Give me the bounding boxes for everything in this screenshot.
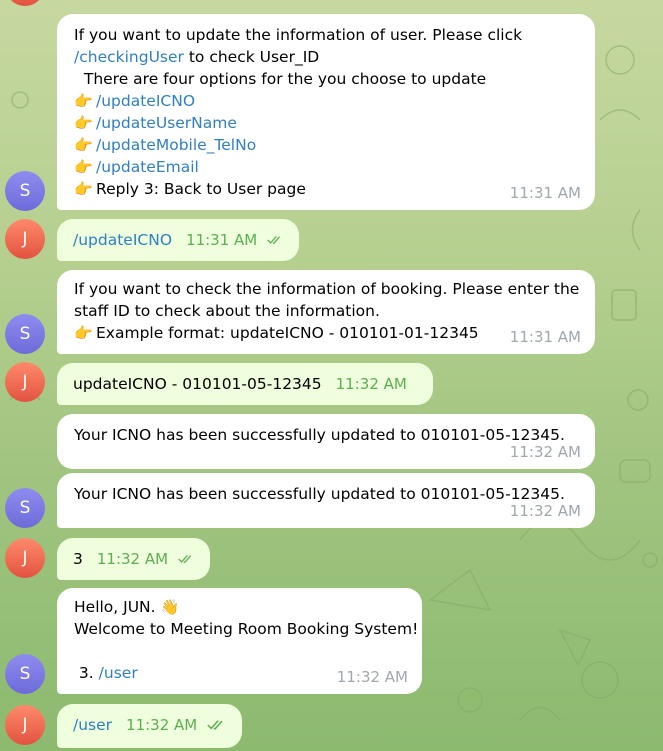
message-bubble-bot[interactable]: Hello, JUN. 👋 Welcome to Meeting Room Bo… bbox=[57, 588, 422, 694]
command-link-user[interactable]: /user bbox=[99, 664, 138, 682]
waving-hand-emoji-icon: 👋 bbox=[160, 598, 180, 616]
message-line: Your ICNO has been successfully updated … bbox=[74, 483, 579, 505]
message-line: There are four options for the you choos… bbox=[74, 68, 579, 90]
bot-avatar[interactable]: S bbox=[5, 171, 45, 211]
bot-avatar-initial: S bbox=[19, 181, 31, 201]
message-line: If you want to check the information of … bbox=[74, 278, 579, 300]
message-line: Welcome to Meeting Room Booking System! bbox=[74, 618, 418, 640]
message-bubble-user[interactable]: /user 11:32 AM bbox=[57, 704, 242, 748]
command-link-updateICNO[interactable]: /updateICNO bbox=[73, 229, 172, 251]
message-text: Hello, JUN. bbox=[74, 598, 161, 616]
message-line: 👉/updateMobile_TelNo bbox=[74, 134, 579, 156]
pointing-right-emoji-icon: 👉 bbox=[74, 158, 93, 176]
user-avatar-initial: J bbox=[22, 548, 28, 568]
user-avatar-initial: J bbox=[22, 229, 28, 249]
message-line: staff ID to check about the information. bbox=[74, 300, 579, 322]
command-link-user[interactable]: /user bbox=[73, 714, 112, 736]
message-line: If you want to update the information of… bbox=[74, 24, 579, 46]
message-line bbox=[74, 640, 406, 662]
message-text: updateICNO - 010101-05-12345 bbox=[73, 375, 322, 393]
double-check-icon bbox=[267, 235, 281, 244]
message-bubble-bot[interactable]: If you want to check the information of … bbox=[57, 270, 595, 354]
message-text: 3 bbox=[73, 550, 83, 568]
message-bubble-user[interactable]: 3 11:32 AM bbox=[57, 538, 210, 580]
user-avatar[interactable]: J bbox=[5, 362, 45, 402]
bot-avatar[interactable]: S bbox=[5, 654, 45, 694]
user-avatar[interactable]: J bbox=[5, 538, 45, 578]
message-line: 👉 Example format: updateICNO - 010101-01-… bbox=[74, 322, 579, 344]
double-check-icon bbox=[178, 554, 192, 564]
message-bubble-user[interactable]: updateICNO - 010101-05-12345 11:32 AM bbox=[57, 363, 433, 405]
bot-avatar[interactable]: S bbox=[5, 488, 45, 528]
message-timestamp: 11:32 AM bbox=[96, 550, 169, 568]
message-timestamp: 11:32 AM bbox=[336, 668, 408, 686]
message-bubble-bot[interactable]: Your ICNO has been successfully updated … bbox=[57, 473, 595, 528]
message-timestamp: 11:32 AM bbox=[509, 502, 581, 520]
bot-avatar[interactable]: S bbox=[5, 314, 45, 354]
command-link-updateICNO[interactable]: /updateICNO bbox=[96, 92, 195, 110]
message-text: to check User_ID bbox=[183, 48, 320, 66]
message-timestamp: 11:32 AM bbox=[335, 375, 407, 393]
user-avatar[interactable]: J bbox=[5, 705, 45, 745]
pointing-right-emoji-icon: 👉 bbox=[74, 180, 93, 198]
pointing-right-emoji-icon: 👉 bbox=[74, 136, 93, 154]
message-timestamp: 11:32 AM bbox=[126, 716, 198, 734]
message-bubble-bot[interactable]: Your ICNO has been successfully updated … bbox=[57, 414, 595, 469]
message-line: Hello, JUN. 👋 bbox=[74, 596, 406, 618]
message-line: 👉/updateEmail bbox=[74, 156, 579, 178]
message-text: Your ICNO has been successfully updated … bbox=[74, 426, 565, 444]
message-text: Your ICNO has been successfully updated … bbox=[74, 485, 565, 503]
message-text: Example format: updateICNO - 010101-01-1… bbox=[96, 324, 479, 342]
message-timestamp: 11:31 AM bbox=[509, 184, 581, 202]
message-text: If you want to update the information of… bbox=[74, 26, 523, 44]
message-timestamp: 11:31 AM bbox=[186, 231, 258, 249]
user-avatar-initial: J bbox=[22, 715, 28, 735]
message-line: Your ICNO has been successfully updated … bbox=[74, 424, 579, 446]
message-text: Reply 3: Back to User page bbox=[96, 180, 306, 198]
pointing-right-emoji-icon: 👉 bbox=[74, 92, 93, 110]
command-link-updateUserName[interactable]: /updateUserName bbox=[96, 114, 237, 132]
bot-avatar-initial: S bbox=[19, 498, 31, 518]
message-timestamp: 11:31 AM bbox=[509, 328, 581, 346]
message-text: There are four options for the you choos… bbox=[74, 70, 487, 88]
bot-avatar-initial: S bbox=[19, 664, 31, 684]
user-avatar-initial: J bbox=[22, 372, 28, 392]
command-link-updateEmail[interactable]: /updateEmail bbox=[96, 158, 199, 176]
command-link-checkingUser[interactable]: /checkingUser bbox=[74, 48, 184, 66]
user-avatar[interactable]: J bbox=[5, 219, 45, 259]
command-link-updateMobile[interactable]: /updateMobile_TelNo bbox=[96, 136, 256, 154]
bot-avatar-initial: S bbox=[19, 324, 31, 344]
message-bubble-bot[interactable]: If you want to update the information of… bbox=[57, 14, 595, 210]
message-bubble-user[interactable]: /updateICNO 11:31 AM bbox=[57, 219, 299, 261]
message-line: 👉 Reply 3: Back to User page bbox=[74, 178, 579, 200]
pointing-right-emoji-icon: 👉 bbox=[74, 114, 93, 132]
user-avatar[interactable] bbox=[5, 0, 45, 6]
message-text: If you want to check the information of … bbox=[74, 280, 580, 298]
message-text: Welcome to Meeting Room Booking System! bbox=[74, 620, 419, 638]
message-line: 👉/updateICNO bbox=[74, 90, 579, 112]
message-text: staff ID to check about the information. bbox=[74, 302, 380, 320]
message-line: /checkingUser to check User_ID bbox=[74, 46, 579, 68]
pointing-right-emoji-icon: 👉 bbox=[74, 324, 93, 342]
double-check-icon bbox=[207, 720, 223, 730]
message-timestamp: 11:32 AM bbox=[509, 443, 581, 461]
message-line: 👉/updateUserName bbox=[74, 112, 579, 134]
message-text: 3. bbox=[74, 664, 99, 682]
